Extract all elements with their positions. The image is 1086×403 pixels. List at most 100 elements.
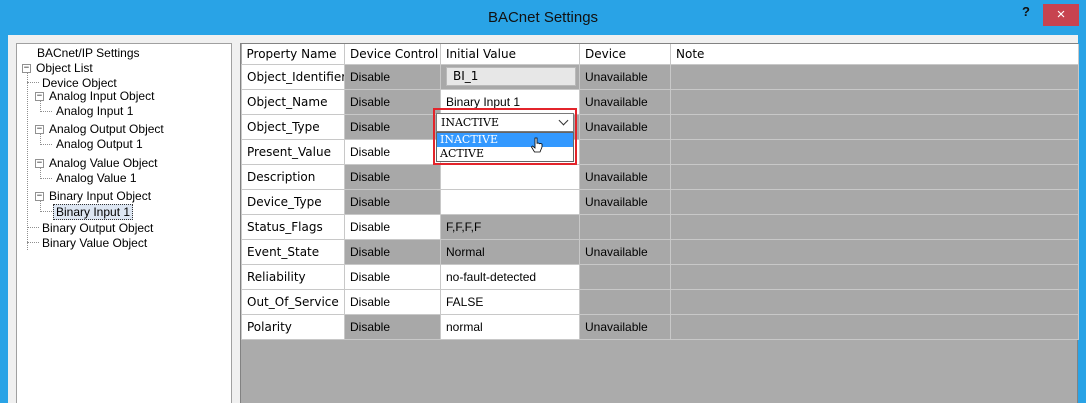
note-cell[interactable] xyxy=(670,263,1079,290)
property-table: Property Name Device Control Initial Val… xyxy=(241,44,1079,340)
table-row: Reliability Disable no-fault-detected xyxy=(241,263,1079,290)
property-name-cell: Polarity xyxy=(241,313,345,340)
note-cell[interactable] xyxy=(670,163,1079,190)
tree-item-analog-input-1[interactable]: Analog Input 1 xyxy=(56,104,133,118)
tree-item-binary-value-object[interactable]: Binary Value Object xyxy=(42,236,147,250)
device-cell: Unavailable xyxy=(579,188,671,215)
note-cell[interactable] xyxy=(670,113,1079,140)
property-name-cell: Object_Type xyxy=(241,113,345,140)
note-cell[interactable] xyxy=(670,63,1079,90)
tree-item-binary-output-object[interactable]: Binary Output Object xyxy=(42,221,153,235)
table-row: Description Disable Unavailable xyxy=(241,163,1079,190)
minus-box-icon[interactable]: − xyxy=(22,64,31,73)
tree-item-binary-input-object[interactable]: Binary Input Object xyxy=(49,189,151,203)
dialog-body: BACnet/IP Settings − Object List Device … xyxy=(8,35,1079,403)
highlight-box xyxy=(433,108,577,165)
property-name-cell: Description xyxy=(241,163,345,190)
device-control-cell[interactable]: Disable xyxy=(344,288,441,315)
property-name-cell: Present_Value xyxy=(241,138,345,165)
column-header-device-control[interactable]: Device Control xyxy=(344,44,441,65)
device-control-cell[interactable]: Disable xyxy=(344,88,441,115)
device-control-cell[interactable]: Disable xyxy=(344,63,441,90)
tree-item-analog-value-object[interactable]: Analog Value Object xyxy=(49,156,158,170)
tree-line xyxy=(40,144,52,145)
table-row: Event_State Disable Normal Unavailable xyxy=(241,238,1079,265)
device-cell: Unavailable xyxy=(579,113,671,140)
note-cell[interactable] xyxy=(670,238,1079,265)
table-row: Object_Type Disable binary-input Unavail… xyxy=(241,113,1079,140)
device-control-cell[interactable]: Disable xyxy=(344,138,441,165)
title-bar[interactable]: BACnet Settings ? × xyxy=(0,0,1086,35)
table-row: Status_Flags Disable F,F,F,F xyxy=(241,213,1079,240)
property-name-cell: Event_State xyxy=(241,238,345,265)
device-control-cell[interactable]: Disable xyxy=(344,113,441,140)
tree-item-bacnet-ip-settings[interactable]: BACnet/IP Settings xyxy=(37,46,140,60)
initial-value-cell[interactable] xyxy=(440,163,580,190)
property-name-cell: Status_Flags xyxy=(241,213,345,240)
initial-value-cell[interactable] xyxy=(440,188,580,215)
object-identifier-field[interactable]: BI_1 xyxy=(446,67,576,86)
tree-item-analog-output-1[interactable]: Analog Output 1 xyxy=(56,137,143,151)
table-row: Out_Of_Service Disable FALSE xyxy=(241,288,1079,315)
note-cell[interactable] xyxy=(670,213,1079,240)
column-header-initial-value[interactable]: Initial Value xyxy=(440,44,580,65)
tree-item-device-object[interactable]: Device Object xyxy=(42,76,117,90)
property-name-cell: Reliability xyxy=(241,263,345,290)
device-control-cell[interactable]: Disable xyxy=(344,263,441,290)
tree-line xyxy=(27,227,39,228)
note-cell[interactable] xyxy=(670,288,1079,315)
device-control-cell[interactable]: Disable xyxy=(344,238,441,265)
tree-item-binary-input-1[interactable]: Binary Input 1 xyxy=(53,204,134,220)
column-header-device[interactable]: Device xyxy=(579,44,671,65)
initial-value-cell: F,F,F,F xyxy=(440,213,580,240)
device-cell xyxy=(579,138,671,165)
table-row: Device_Type Disable Unavailable xyxy=(241,188,1079,215)
initial-value-cell[interactable]: FALSE xyxy=(440,288,580,315)
property-name-cell: Object_Name xyxy=(241,88,345,115)
column-header-note[interactable]: Note xyxy=(670,44,1079,65)
property-grid[interactable]: Property Name Device Control Initial Val… xyxy=(240,43,1079,403)
tree-item-analog-input-object[interactable]: Analog Input Object xyxy=(49,89,154,103)
minus-box-icon[interactable]: − xyxy=(35,92,44,101)
minus-box-icon[interactable]: − xyxy=(35,125,44,134)
table-row: Object_Name Disable Binary Input 1 Unava… xyxy=(241,88,1079,115)
note-cell[interactable] xyxy=(670,188,1079,215)
help-button[interactable]: ? xyxy=(1013,3,1039,27)
tree-line xyxy=(27,73,28,250)
tree-item-analog-output-object[interactable]: Analog Output Object xyxy=(49,122,164,136)
note-cell[interactable] xyxy=(670,313,1079,340)
tree-line xyxy=(27,242,39,243)
device-control-cell[interactable]: Disable xyxy=(344,213,441,240)
tree-line xyxy=(40,111,52,112)
tree-line xyxy=(40,178,52,179)
property-name-cell: Device_Type xyxy=(241,188,345,215)
tree-item-object-list[interactable]: Object List xyxy=(36,61,93,75)
table-row: Object_Identifier Disable BI_1 Unavailab… xyxy=(241,63,1079,90)
note-cell[interactable] xyxy=(670,138,1079,165)
settings-tree[interactable]: BACnet/IP Settings − Object List Device … xyxy=(16,43,232,403)
window-title: BACnet Settings xyxy=(487,9,599,26)
note-cell[interactable] xyxy=(670,88,1079,115)
property-name-cell: Object_Identifier xyxy=(241,63,345,90)
minus-box-icon[interactable]: − xyxy=(35,192,44,201)
device-cell: Unavailable xyxy=(579,88,671,115)
tree-line xyxy=(27,82,39,83)
bacnet-settings-window: BACnet Settings ? × BACnet/IP Settings −… xyxy=(0,0,1086,403)
device-control-cell[interactable]: Disable xyxy=(344,313,441,340)
initial-value-cell: Normal xyxy=(440,238,580,265)
table-row: Present_Value Disable xyxy=(241,138,1079,165)
minus-box-icon[interactable]: − xyxy=(35,159,44,168)
close-button[interactable]: × xyxy=(1043,4,1079,26)
device-cell xyxy=(579,213,671,240)
device-cell: Unavailable xyxy=(579,238,671,265)
initial-value-cell[interactable]: no-fault-detected xyxy=(440,263,580,290)
initial-value-cell[interactable]: BI_1 xyxy=(440,63,580,90)
tree-item-analog-value-1[interactable]: Analog Value 1 xyxy=(56,171,137,185)
initial-value-cell[interactable]: normal xyxy=(440,313,580,340)
column-header-property-name[interactable]: Property Name xyxy=(241,44,345,65)
device-control-cell[interactable]: Disable xyxy=(344,163,441,190)
property-name-cell: Out_Of_Service xyxy=(241,288,345,315)
device-cell: Unavailable xyxy=(579,163,671,190)
header-row: Property Name Device Control Initial Val… xyxy=(241,44,1079,65)
device-control-cell[interactable]: Disable xyxy=(344,188,441,215)
